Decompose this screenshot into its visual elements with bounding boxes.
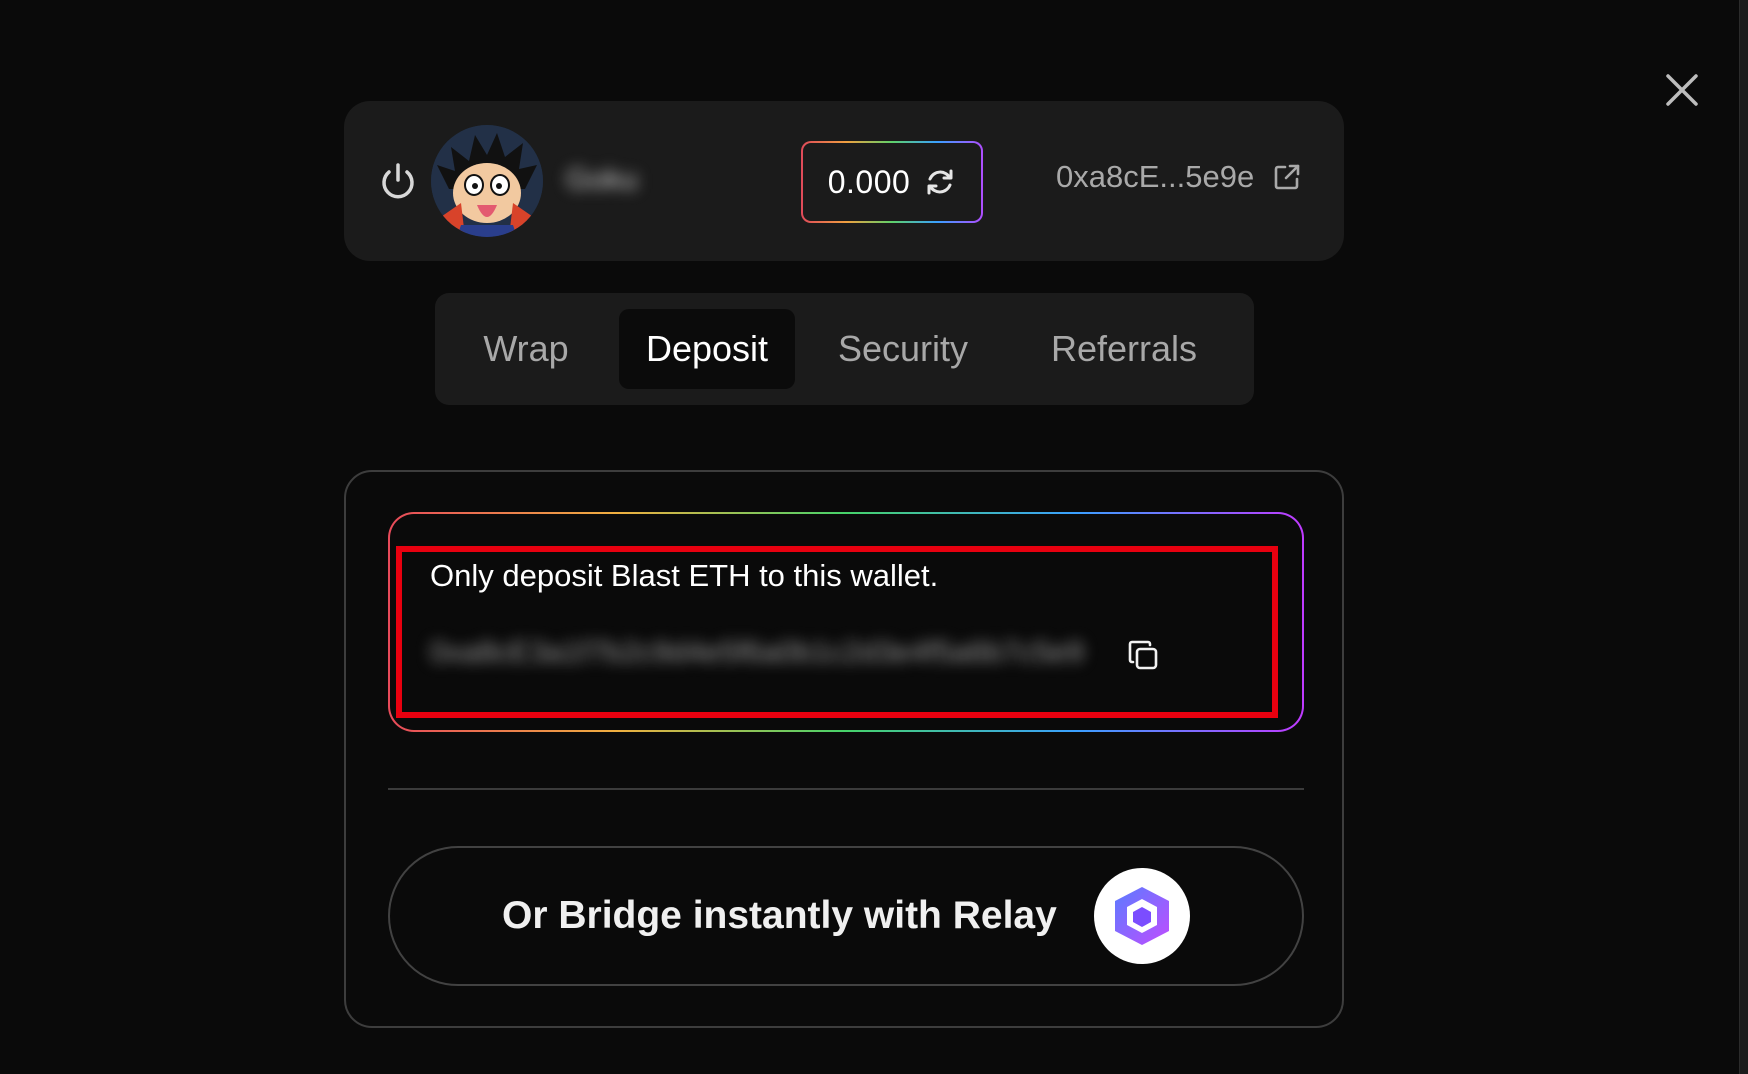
- wallet-address-short: 0xa8cE...5e9e: [1056, 159, 1255, 194]
- deposit-panel: Only deposit Blast ETH to this wallet. 0…: [344, 470, 1344, 1028]
- power-icon: [382, 163, 414, 199]
- copy-icon: [1128, 640, 1158, 670]
- refresh-icon: [927, 169, 953, 195]
- tab-deposit[interactable]: Deposit: [619, 309, 795, 389]
- relay-bridge-label: Or Bridge instantly with Relay: [502, 894, 1057, 937]
- deposit-address-box: Only deposit Blast ETH to this wallet. 0…: [388, 512, 1304, 732]
- tab-wrap[interactable]: Wrap: [453, 309, 599, 389]
- relay-logo: [1094, 868, 1190, 964]
- username: Goku: [566, 163, 638, 196]
- avatar: [431, 125, 543, 237]
- tab-security[interactable]: Security: [815, 309, 991, 389]
- balance-value: 0.000: [827, 163, 911, 200]
- address-explorer-link[interactable]: 0xa8cE...5e9e: [1056, 159, 1302, 195]
- close-button[interactable]: [1662, 70, 1702, 110]
- divider: [388, 788, 1304, 790]
- window-edge: [1739, 0, 1748, 1074]
- account-header: Goku 0.000 0xa8cE...5e9e: [344, 101, 1344, 261]
- tab-bar: Wrap Deposit Security Referrals: [435, 293, 1254, 405]
- relay-cube-icon: [1115, 887, 1169, 945]
- disconnect-button[interactable]: [377, 160, 419, 202]
- external-link-icon: [1274, 164, 1300, 190]
- wallet-address-full[interactable]: 0xa8cE3a1f7b2c9d4e5f6a0b1c2d3e4f5a6b7c5e…: [430, 636, 1085, 680]
- copy-address-button[interactable]: [1126, 638, 1162, 674]
- balance-refresh-button[interactable]: 0.000: [801, 141, 983, 223]
- deposit-warning: Only deposit Blast ETH to this wallet.: [430, 558, 939, 593]
- tab-referrals[interactable]: Referrals: [1011, 309, 1237, 389]
- relay-bridge-button[interactable]: Or Bridge instantly with Relay: [388, 846, 1304, 986]
- close-icon: [1666, 74, 1698, 106]
